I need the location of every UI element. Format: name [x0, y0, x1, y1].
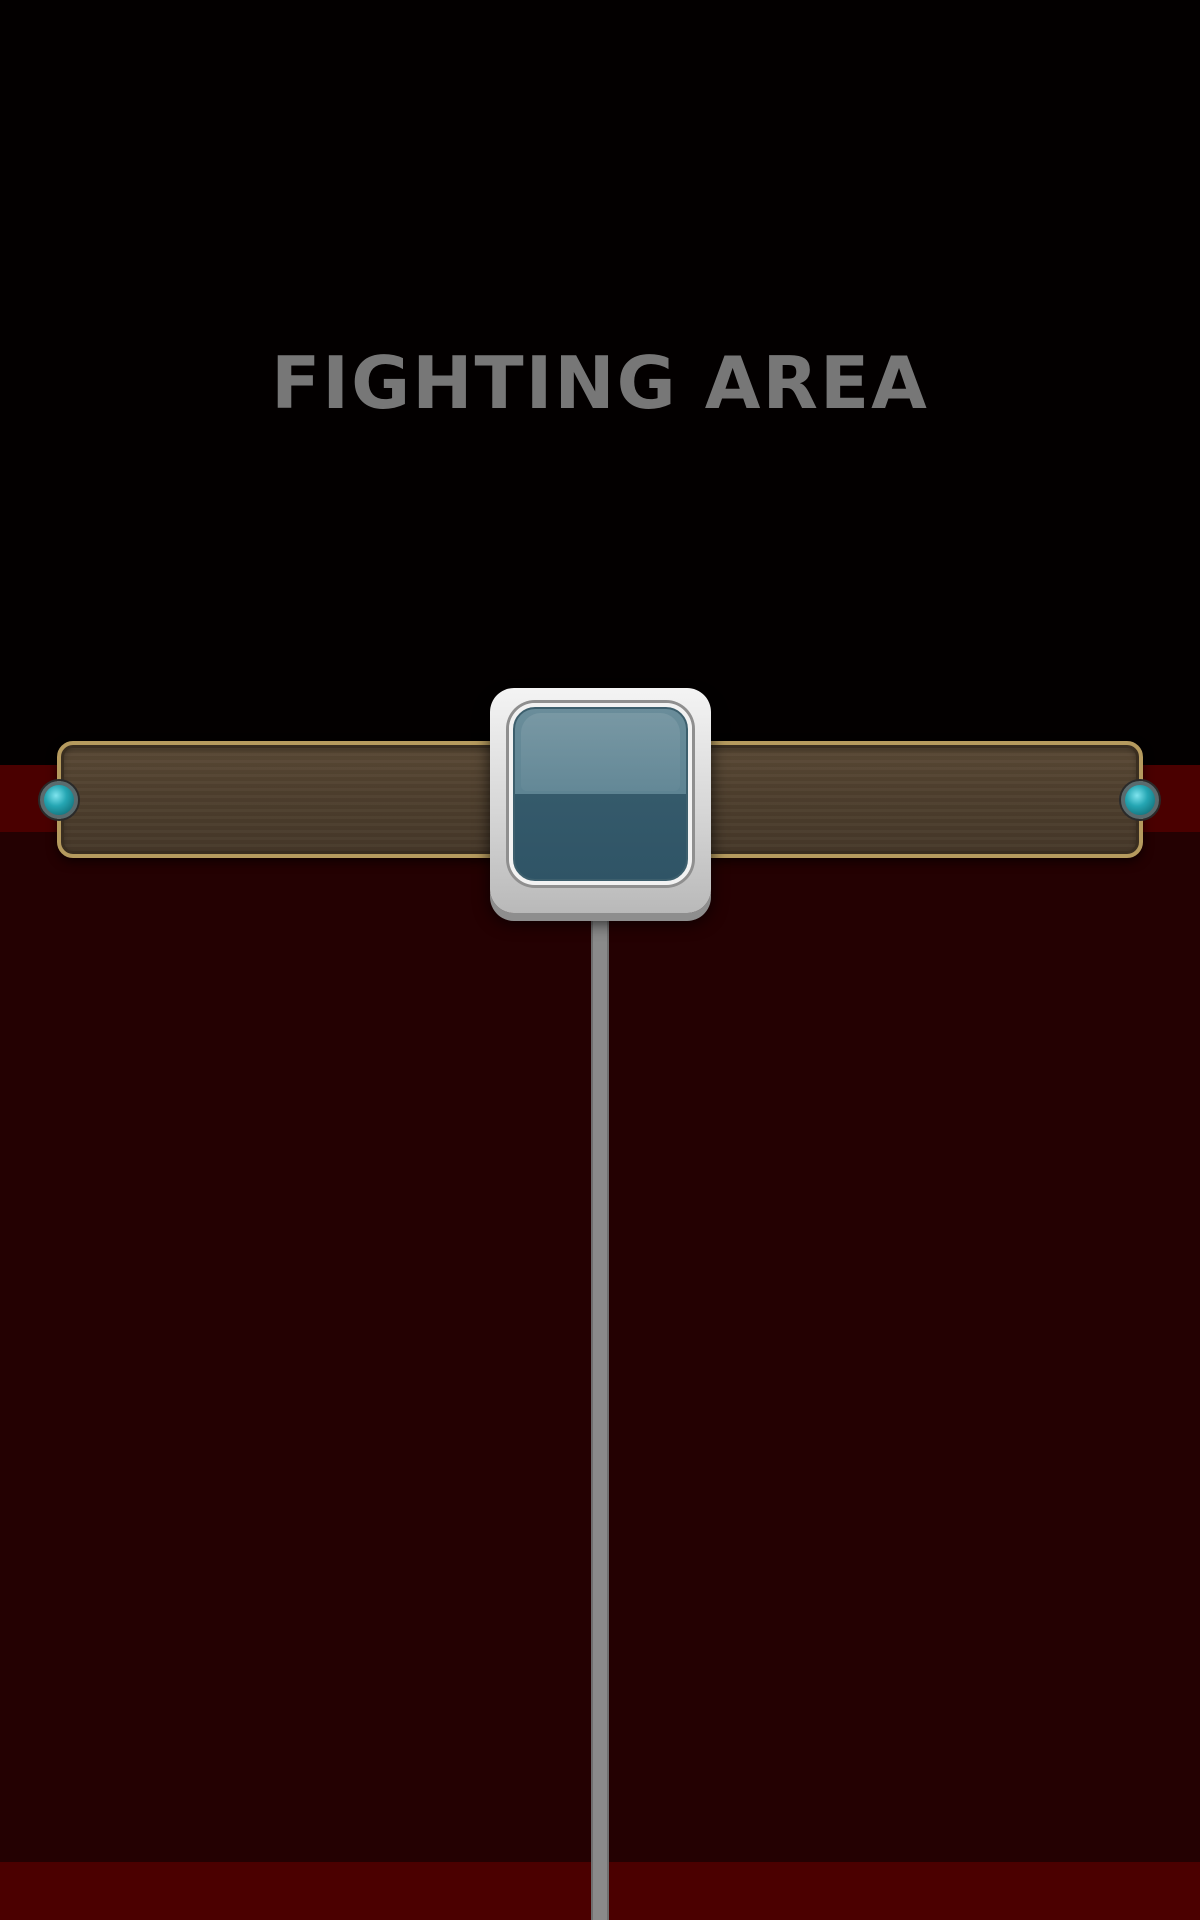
item-slot-window [509, 703, 692, 885]
left-gem-icon [40, 781, 78, 819]
right-gem-icon [1121, 781, 1159, 819]
game-screen: FIGHTING AREA [0, 0, 1200, 1920]
fighting-area-title: FIGHTING AREA [271, 341, 929, 425]
center-divider-line [591, 905, 609, 1920]
slot-shine [521, 713, 680, 791]
center-item-slot[interactable] [490, 688, 711, 913]
